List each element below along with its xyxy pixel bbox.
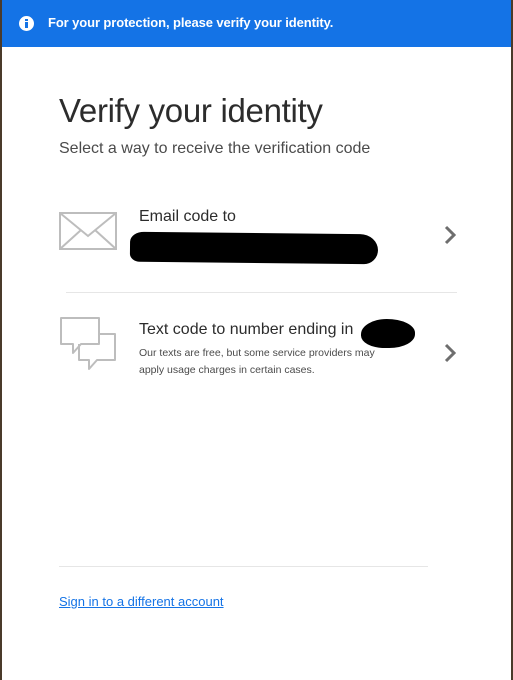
chat-icon xyxy=(60,317,116,370)
verify-card: For your protection, please verify your … xyxy=(2,0,511,680)
footer-divider xyxy=(59,566,428,567)
text-option-description: Our texts are free, but some service pro… xyxy=(139,347,375,376)
info-icon xyxy=(19,16,34,31)
option-divider xyxy=(66,292,457,293)
redacted-email xyxy=(129,231,379,265)
text-option-label: Text code to number ending in xyxy=(139,321,354,338)
text-option[interactable]: Text code to number ending in Our texts … xyxy=(52,306,472,402)
chevron-right-icon xyxy=(444,343,456,363)
email-option-label: Email code to xyxy=(139,208,236,225)
page-subtitle: Select a way to receive the verification… xyxy=(59,140,371,157)
different-account-link[interactable]: Sign in to a different account xyxy=(59,594,224,609)
redacted-phone xyxy=(361,319,415,348)
chevron-right-icon xyxy=(444,225,456,245)
banner-message: For your protection, please verify your … xyxy=(48,15,334,30)
mail-icon xyxy=(59,212,117,250)
info-banner: For your protection, please verify your … xyxy=(2,0,511,47)
page-title: Verify your identity xyxy=(59,92,323,129)
